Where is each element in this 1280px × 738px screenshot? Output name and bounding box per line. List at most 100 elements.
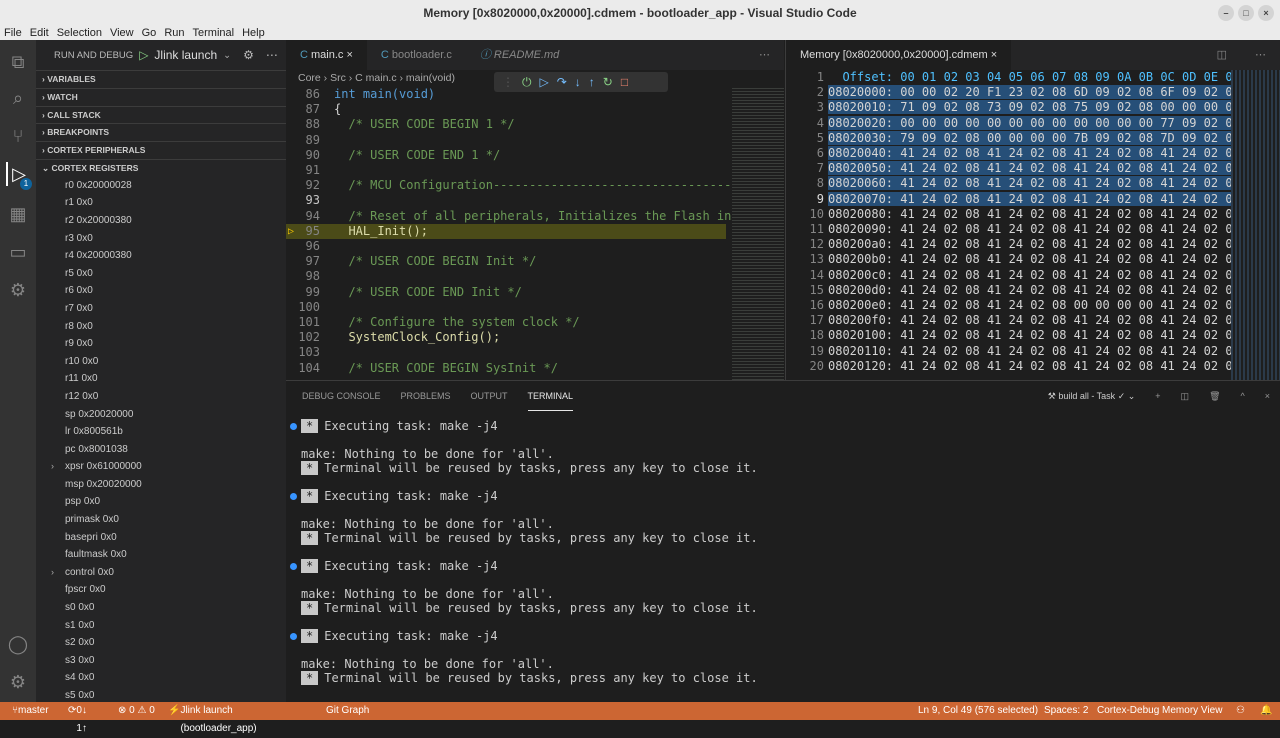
- code-line[interactable]: 86 int main(void): [286, 87, 726, 102]
- task-select[interactable]: ⚒ build all - Task ✓ ⌄: [1048, 381, 1136, 411]
- tab-problems[interactable]: PROBLEMS: [401, 381, 451, 411]
- editor-mode[interactable]: Cortex-Debug Memory View: [1097, 702, 1222, 720]
- cursor-position[interactable]: Ln 9, Col 49 (576 selected): [918, 702, 1038, 720]
- hex-row[interactable]: 4 08020020: 00 00 00 00 00 00 00 00 00 00…: [786, 115, 1233, 131]
- task-status-dot-icon[interactable]: [290, 633, 297, 640]
- tab-close-icon[interactable]: ×: [991, 49, 997, 61]
- manage-gear-icon[interactable]: ⚙: [6, 670, 30, 694]
- hex-row[interactable]: 9 08020070: 41 24 02 08 41 24 02 08 41 24…: [786, 191, 1233, 207]
- register-item[interactable]: lr 0x800561b: [36, 423, 286, 441]
- hex-row[interactable]: 17 080200f0: 41 24 02 08 41 24 02 08 41 2…: [786, 313, 1233, 328]
- register-item[interactable]: r4 0x20000380: [36, 247, 286, 265]
- register-item[interactable]: s4 0x0: [36, 669, 286, 687]
- menu-go[interactable]: Go: [142, 26, 157, 40]
- register-item[interactable]: faultmask 0x0: [36, 546, 286, 564]
- branch-item[interactable]: ⑂ master: [12, 702, 49, 720]
- register-item[interactable]: › xpsr 0x61000000: [36, 458, 286, 476]
- code-line[interactable]: 93: [286, 193, 726, 208]
- minimize-icon[interactable]: –: [1218, 5, 1234, 21]
- hex-row[interactable]: 18 08020100: 41 24 02 08 41 24 02 08 41 2…: [786, 328, 1233, 343]
- register-item[interactable]: r5 0x0: [36, 265, 286, 283]
- explorer-icon[interactable]: ⧉: [6, 50, 30, 74]
- code-area[interactable]: 86 int main(void) 87 {88 /* USER CODE BEGIN…: [286, 87, 767, 380]
- bell-icon[interactable]: 🔔: [1260, 702, 1272, 720]
- maximize-panel-icon[interactable]: ^: [1241, 381, 1245, 411]
- account-icon[interactable]: ◯: [6, 632, 30, 656]
- task-status-dot-icon[interactable]: [290, 563, 297, 570]
- register-item[interactable]: primask 0x0: [36, 511, 286, 529]
- register-item[interactable]: s1 0x0: [36, 617, 286, 635]
- sync-item[interactable]: ⟳ 0↓ 1↑: [68, 702, 87, 734]
- hex-row[interactable]: 12 080200a0: 41 24 02 08 41 24 02 08 41 2…: [786, 237, 1233, 252]
- menu-help[interactable]: Help: [242, 26, 265, 40]
- extensions-icon[interactable]: ▦: [6, 202, 30, 226]
- code-line[interactable]: 104 /* USER CODE BEGIN SysInit */: [286, 361, 726, 376]
- launch-config-select[interactable]: Jlink launch: [154, 48, 217, 62]
- trash-icon[interactable]: 🗑: [1209, 381, 1220, 411]
- hex-row[interactable]: 15 080200d0: 41 24 02 08 41 24 02 08 41 2…: [786, 283, 1233, 298]
- menu-file[interactable]: File: [4, 26, 22, 40]
- start-debug-icon[interactable]: ▷: [139, 48, 148, 62]
- code-line[interactable]: 98: [286, 269, 726, 284]
- tab-memory[interactable]: Memory [0x8020000,0x20000].cdmem ×: [786, 40, 1012, 70]
- hex-row[interactable]: 1 Offset: 00 01 02 03 04 05 06 07 08 09 …: [786, 70, 1233, 85]
- tab-readme[interactable]: ⓘ README.md: [466, 40, 573, 70]
- code-line[interactable]: 97 /* USER CODE BEGIN Init */: [286, 254, 726, 269]
- new-terminal-icon[interactable]: +: [1155, 381, 1160, 411]
- register-item[interactable]: r6 0x0: [36, 282, 286, 300]
- section-cortex-peripherals[interactable]: › CORTEX PERIPHERALS: [36, 141, 286, 159]
- hex-row[interactable]: 11 08020090: 41 24 02 08 41 24 02 08 41 2…: [786, 222, 1233, 237]
- code-line[interactable]: 88 /* USER CODE BEGIN 1 */: [286, 117, 726, 132]
- menu-view[interactable]: View: [110, 26, 134, 40]
- device-icon[interactable]: ⚙: [6, 278, 30, 302]
- register-item[interactable]: r11 0x0: [36, 370, 286, 388]
- hex-row[interactable]: 3 08020010: 71 09 02 08 73 09 02 08 75 09…: [786, 100, 1233, 115]
- tab-close-icon[interactable]: ×: [346, 49, 352, 61]
- editor-more-icon[interactable]: ⋯: [745, 40, 784, 70]
- section-watch[interactable]: › WATCH: [36, 87, 286, 106]
- folder-icon[interactable]: ▭: [6, 240, 30, 264]
- section-cortex-registers[interactable]: ⌄ CORTEX REGISTERS: [36, 158, 286, 177]
- memory-scrollbar[interactable]: [1231, 70, 1280, 380]
- register-item[interactable]: r9 0x0: [36, 335, 286, 353]
- hex-row[interactable]: 20 08020120: 41 24 02 08 41 24 02 08 41 2…: [786, 359, 1233, 374]
- register-item[interactable]: r1 0x0: [36, 194, 286, 212]
- code-line[interactable]: 100: [286, 300, 726, 315]
- hex-row[interactable]: 16 080200e0: 41 24 02 08 41 24 02 08 00 0…: [786, 298, 1233, 313]
- hex-row[interactable]: 19 08020110: 41 24 02 08 41 24 02 08 41 2…: [786, 344, 1233, 359]
- code-line[interactable]: 91: [286, 163, 726, 178]
- settings-gear-icon[interactable]: ⚙: [243, 48, 254, 62]
- tab-debug-console[interactable]: DEBUG CONSOLE: [302, 381, 381, 411]
- chevron-right-icon[interactable]: ›: [51, 564, 54, 582]
- hex-row[interactable]: 2 08020000: 00 00 02 20 F1 23 02 08 6D 09…: [786, 85, 1233, 100]
- tab-terminal[interactable]: TERMINAL: [527, 381, 574, 411]
- code-line[interactable]: 101 /* Configure the system clock */: [286, 315, 726, 330]
- code-line[interactable]: 99 /* USER CODE END Init */: [286, 285, 726, 300]
- feedback-icon[interactable]: ⚇: [1236, 702, 1245, 720]
- hex-row[interactable]: 5 08020030: 79 09 02 08 00 00 00 00 7B 09…: [786, 130, 1233, 146]
- menu-run[interactable]: Run: [164, 26, 184, 40]
- code-line[interactable]: 103: [286, 345, 726, 360]
- code-line[interactable]: 102 SystemClock_Config();: [286, 330, 726, 345]
- register-item[interactable]: r0 0x20000028: [36, 177, 286, 195]
- minimap[interactable]: [732, 86, 784, 380]
- register-item[interactable]: r12 0x0: [36, 388, 286, 406]
- tab-bootloader-c[interactable]: C bootloader.c: [367, 40, 466, 70]
- hex-row[interactable]: 8 08020060: 41 24 02 08 41 24 02 08 41 24…: [786, 176, 1233, 191]
- maximize-icon[interactable]: □: [1238, 5, 1254, 21]
- tab-output[interactable]: OUTPUT: [471, 381, 508, 411]
- code-line[interactable]: 94 /* Reset of all peripherals, Initiali…: [286, 209, 746, 224]
- hex-row[interactable]: 6 08020040: 41 24 02 08 41 24 02 08 41 24…: [786, 146, 1233, 161]
- task-status-dot-icon[interactable]: [290, 493, 297, 500]
- task-status-dot-icon[interactable]: [290, 423, 297, 430]
- register-item[interactable]: r2 0x20000380: [36, 212, 286, 230]
- register-item[interactable]: pc 0x8001038: [36, 441, 286, 459]
- close-panel-icon[interactable]: ×: [1265, 381, 1280, 411]
- menu-terminal[interactable]: Terminal: [193, 26, 235, 40]
- register-item[interactable]: psp 0x0: [36, 493, 286, 511]
- hex-row[interactable]: 7 08020050: 41 24 02 08 41 24 02 08 41 24…: [786, 161, 1233, 176]
- tab-main-c[interactable]: C main.c ×: [286, 40, 367, 70]
- register-item[interactable]: fpscr 0x0: [36, 581, 286, 599]
- hex-row[interactable]: 13 080200b0: 41 24 02 08 41 24 02 08 41 2…: [786, 252, 1233, 267]
- indentation[interactable]: Spaces: 2: [1044, 702, 1088, 720]
